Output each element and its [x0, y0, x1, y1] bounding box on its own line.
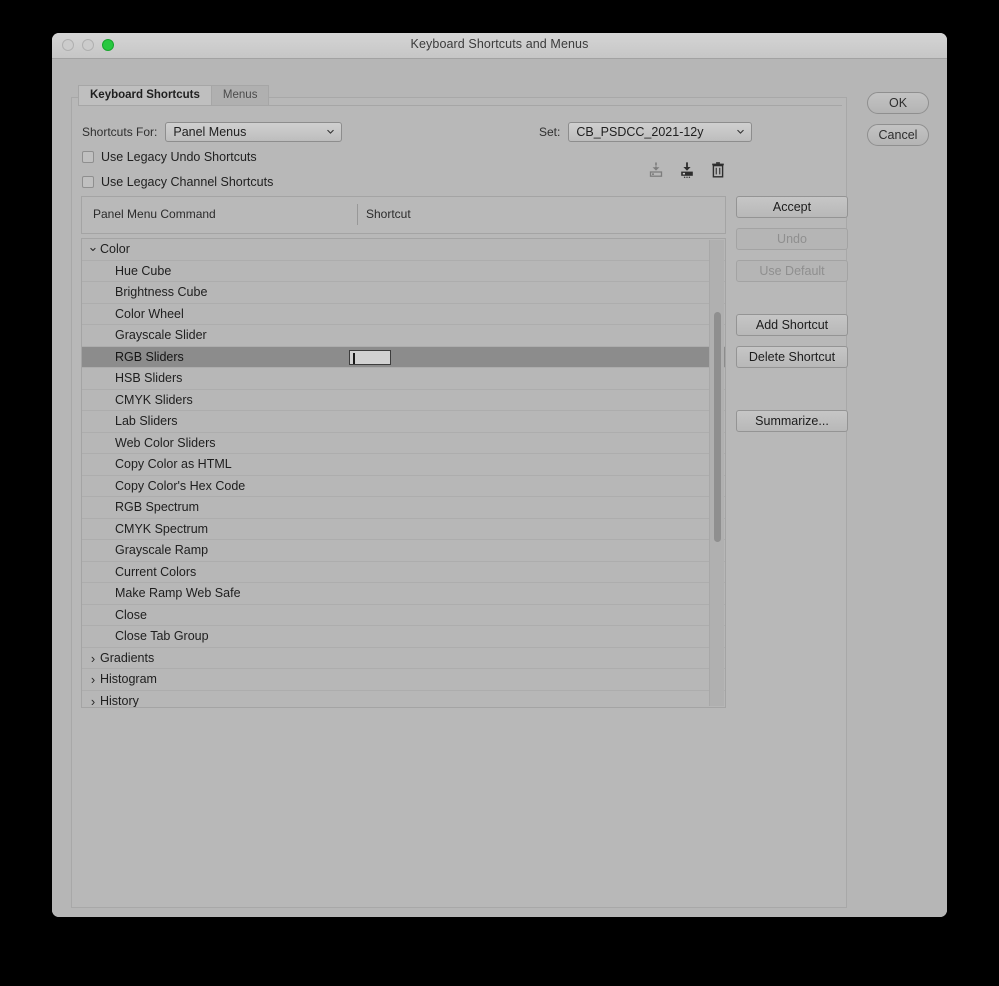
table-row-label: Lab Sliders	[115, 414, 178, 428]
window-titlebar: Keyboard Shortcuts and Menus	[52, 33, 947, 59]
table-row-label: CMYK Spectrum	[115, 521, 209, 536]
save-set-icon[interactable]	[647, 161, 665, 179]
shortcuts-for-select[interactable]: Panel Menus	[165, 122, 343, 142]
table-row[interactable]: Current Colors	[82, 562, 725, 583]
shortcuts-for-label: Shortcuts For:	[82, 125, 158, 139]
use-legacy-undo-shortcuts-row[interactable]: Use Legacy Undo Shortcuts	[82, 150, 257, 164]
table-header: Panel Menu Command Shortcut	[81, 196, 726, 234]
tab-underline-divider	[78, 105, 842, 106]
use-default-button: Use Default	[736, 260, 848, 282]
table-row-label: Web Color Sliders	[115, 435, 216, 450]
table-row-label: RGB Spectrum	[115, 500, 200, 514]
table-row[interactable]: CMYK Spectrum	[82, 519, 725, 540]
table-row-label: Make Ramp Web Safe	[115, 586, 241, 600]
delete-shortcut-button[interactable]: Delete Shortcut	[736, 346, 848, 368]
table-row-label: Close Tab Group	[115, 629, 209, 643]
cancel-button[interactable]: Cancel	[867, 124, 929, 146]
set-value: CB_PSDCC_2021-12y	[576, 125, 704, 139]
scrollbar-thumb[interactable]	[714, 312, 721, 542]
table-row-label: Gradients	[100, 650, 155, 665]
table-row[interactable]: › History	[82, 691, 725, 708]
shortcut-input[interactable]	[349, 349, 391, 365]
table-row-label: Histogram	[100, 672, 157, 686]
table-row-label: History	[100, 693, 139, 708]
accept-button[interactable]: Accept	[736, 196, 848, 218]
table-row[interactable]: ⌄ Color	[82, 239, 725, 261]
set-row: Set: CB_PSDCC_2021-12y	[539, 122, 753, 142]
keyboard-shortcuts-dialog-window: Keyboard Shortcuts and Menus OK Cancel K…	[52, 33, 947, 917]
summarize-button[interactable]: Summarize...	[736, 410, 848, 432]
shortcuts-list: ⌄ Color Hue Cube Brightness Cube Color Wheel…	[82, 239, 725, 708]
table-row-label: Grayscale Slider	[115, 328, 207, 342]
table-row[interactable]: Grayscale Ramp	[82, 540, 725, 562]
tab-keyboard-shortcuts[interactable]: Keyboard Shortcuts	[78, 85, 212, 105]
table-row-label: Copy Color's Hex Code	[115, 478, 246, 493]
dialog-action-buttons: OK Cancel	[867, 92, 929, 156]
chevron-down-icon[interactable]: ⌄	[87, 239, 99, 261]
dialog-body: OK Cancel Keyboard Shortcuts Menus Short…	[52, 59, 947, 917]
table-row[interactable]: Lab Sliders	[82, 411, 725, 433]
table-row-label: RGB Sliders	[115, 349, 184, 364]
use-legacy-undo-shortcuts-label: Use Legacy Undo Shortcuts	[101, 150, 257, 164]
table-row[interactable]: HSB Sliders	[82, 368, 725, 390]
delete-set-icon[interactable]	[709, 161, 727, 179]
table-row[interactable]: › Gradients	[82, 648, 725, 670]
window-title: Keyboard Shortcuts and Menus	[410, 37, 589, 51]
table-row[interactable]: RGB Spectrum	[82, 497, 725, 519]
table-row[interactable]: Grayscale Slider	[82, 325, 725, 347]
table-row-label: Grayscale Ramp	[115, 543, 209, 557]
add-shortcut-button[interactable]: Add Shortcut	[736, 314, 848, 336]
side-button-column: Accept Undo Use Default Add Shortcut Delete …	[736, 196, 848, 432]
shortcuts-table: Panel Menu Command Shortcut ⌄ Color Hue Cu…	[81, 196, 726, 708]
chevron-right-icon[interactable]: ›	[87, 691, 99, 708]
table-row[interactable]: CMYK Sliders	[82, 390, 725, 411]
table-row[interactable]: Color Wheel	[82, 304, 725, 325]
chevron-right-icon[interactable]: ›	[87, 669, 99, 691]
table-row[interactable]: Brightness Cube	[82, 282, 725, 304]
column-divider	[357, 204, 358, 225]
table-row-label: Color Wheel	[115, 306, 184, 321]
set-select[interactable]: CB_PSDCC_2021-12y	[568, 122, 753, 142]
table-row[interactable]: RGB Sliders	[82, 346, 725, 368]
use-legacy-channel-shortcuts-checkbox[interactable]	[82, 176, 94, 188]
table-row-label: Brightness Cube	[115, 285, 208, 299]
text-caret	[353, 352, 355, 364]
chevron-right-icon[interactable]: ›	[87, 648, 99, 670]
set-icon-toolbar	[647, 161, 727, 179]
shortcuts-for-row: Shortcuts For: Panel Menus	[82, 122, 343, 142]
shortcuts-for-value: Panel Menus	[173, 125, 247, 139]
table-row[interactable]: Hue Cube	[82, 261, 725, 282]
table-row[interactable]: Close	[82, 605, 725, 626]
use-legacy-channel-shortcuts-label: Use Legacy Channel Shortcuts	[101, 175, 274, 189]
use-legacy-channel-shortcuts-row[interactable]: Use Legacy Channel Shortcuts	[82, 175, 273, 189]
tab-menus[interactable]: Menus	[211, 85, 270, 105]
table-row[interactable]: Close Tab Group	[82, 626, 725, 648]
chevron-down-icon	[327, 129, 335, 134]
undo-button: Undo	[736, 228, 848, 250]
table-row[interactable]: Make Ramp Web Safe	[82, 583, 725, 605]
table-row-label: Color	[100, 242, 130, 256]
table-row-label: Close	[115, 607, 147, 622]
table-row[interactable]: Copy Color as HTML	[82, 454, 725, 476]
shortcuts-panel: Keyboard Shortcuts Menus Shortcuts For: …	[71, 85, 848, 908]
list-vertical-scrollbar[interactable]	[709, 240, 724, 706]
set-label: Set:	[539, 125, 561, 139]
use-legacy-undo-shortcuts-checkbox[interactable]	[82, 151, 94, 163]
shortcuts-list-scroll-container: ⌄ Color Hue Cube Brightness Cube Color Wheel…	[81, 238, 726, 708]
table-row[interactable]: › Histogram	[82, 669, 725, 691]
ok-button[interactable]: OK	[867, 92, 929, 114]
table-row-label: HSB Sliders	[115, 371, 183, 385]
column-header-shortcut: Shortcut	[366, 207, 411, 221]
table-row[interactable]: Web Color Sliders	[82, 433, 725, 454]
table-row-label: Copy Color as HTML	[115, 457, 232, 471]
table-row[interactable]: Copy Color's Hex Code	[82, 476, 725, 497]
table-row-label: Hue Cube	[115, 263, 172, 278]
save-set-as-icon[interactable]	[678, 161, 696, 179]
table-row-label: CMYK Sliders	[115, 392, 193, 407]
table-row-label: Current Colors	[115, 564, 197, 579]
tab-strip: Keyboard Shortcuts Menus	[78, 85, 270, 105]
chevron-down-icon	[737, 129, 745, 134]
column-header-panel-menu-command: Panel Menu Command	[93, 207, 216, 221]
